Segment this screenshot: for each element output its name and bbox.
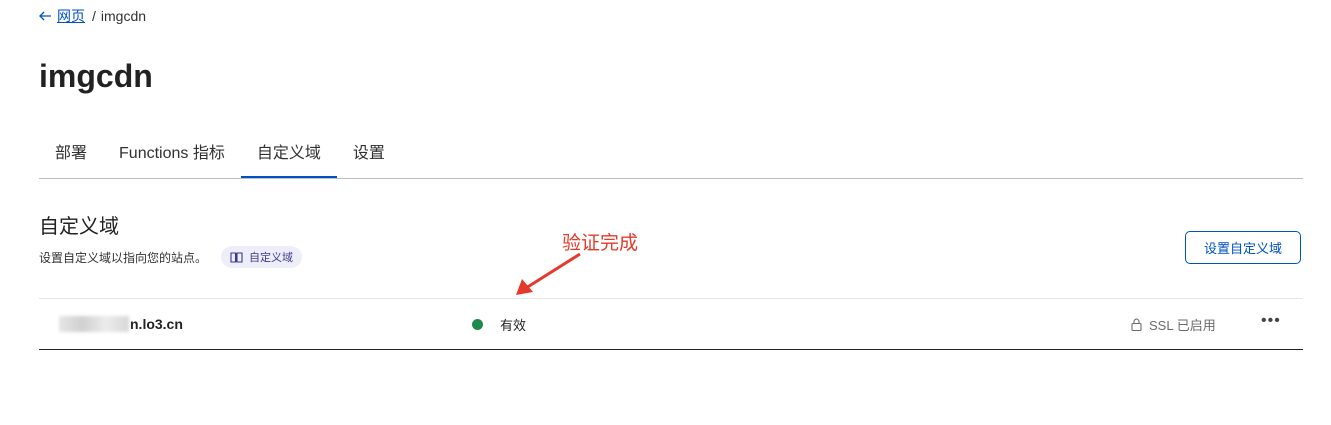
lock-icon xyxy=(1131,318,1142,331)
domain-row: n.lo3.cn 有效 SSL 已启用 ••• xyxy=(39,298,1303,350)
status-text: 有效 xyxy=(500,317,527,333)
ssl-status: SSL 已启用 xyxy=(1131,315,1216,334)
section-title: 自定义域 xyxy=(39,216,119,238)
annotation-arrow-icon xyxy=(516,252,581,295)
setup-custom-domain-button[interactable]: 设置自定义域 xyxy=(1185,231,1301,264)
breadcrumb: 网页 / imgcdn xyxy=(39,6,146,26)
breadcrumb-back-label[interactable]: 网页 xyxy=(57,6,85,26)
page-title: imgcdn xyxy=(39,58,153,94)
section-description-row: 设置自定义域以指向您的站点。 自定义域 xyxy=(39,246,303,268)
breadcrumb-separator: / xyxy=(92,8,96,24)
ssl-text: SSL 已启用 xyxy=(1149,317,1216,333)
tab-deployments[interactable]: 部署 xyxy=(39,134,103,177)
tab-settings[interactable]: 设置 xyxy=(337,134,401,177)
status-dot xyxy=(472,318,483,330)
more-icon[interactable]: ••• xyxy=(1261,312,1281,330)
tab-bar: 部署 Functions 指标 自定义域 设置 xyxy=(39,134,1303,179)
book-icon xyxy=(230,251,243,263)
breadcrumb-current: imgcdn xyxy=(100,8,147,24)
breadcrumb-back-link[interactable]: 网页 xyxy=(39,6,85,26)
arrow-left-icon xyxy=(39,11,51,21)
section-description: 设置自定义域以指向您的站点。 xyxy=(39,250,208,265)
tab-custom-domains[interactable]: 自定义域 xyxy=(240,134,337,178)
domain-name[interactable]: n.lo3.cn xyxy=(59,316,183,332)
tab-functions-metrics[interactable]: Functions 指标 xyxy=(103,134,241,177)
docs-link-label[interactable]: 自定义域 xyxy=(249,249,293,265)
docs-link[interactable]: 自定义域 xyxy=(221,246,303,268)
redacted-blur xyxy=(59,316,129,332)
domain-name-text: n.lo3.cn xyxy=(130,316,183,332)
domain-status: 有效 xyxy=(472,315,526,334)
